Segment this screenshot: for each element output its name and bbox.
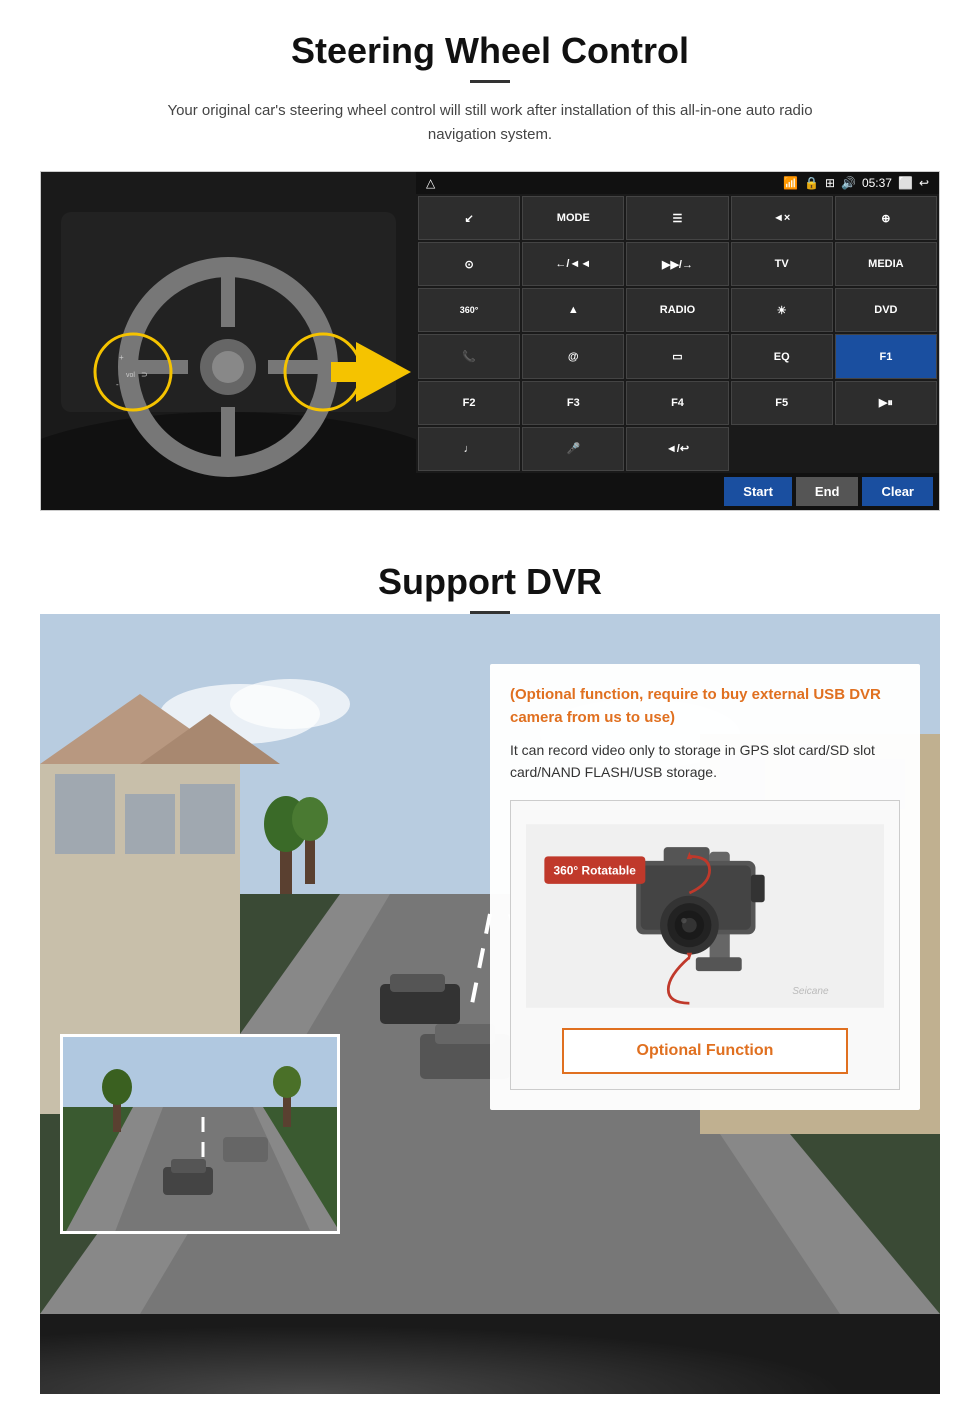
hu-btn-media[interactable]: MEDIA (835, 242, 937, 286)
time-display: 05:37 (862, 176, 892, 190)
hu-btn-f1[interactable]: F1 (835, 334, 937, 378)
hu-btn-menu[interactable]: ☰ (626, 196, 728, 240)
dvr-optional-text: (Optional function, require to buy exter… (510, 684, 900, 729)
hu-btn-360[interactable]: 360° (418, 288, 520, 332)
end-button[interactable]: End (796, 477, 859, 506)
hu-btn-back[interactable]: ◄/↩ (626, 427, 728, 471)
head-unit-ui: △ 📶 🔒 ⊞ 🔊 05:37 ⬜ ↩ ↙ MODE ☰ ◄× ⊕ (416, 172, 939, 510)
hu-btn-f5[interactable]: F5 (731, 381, 833, 425)
svg-text:-: - (116, 380, 119, 389)
dvr-info-box: (Optional function, require to buy exter… (490, 664, 920, 1110)
back-icon: ↩ (919, 176, 929, 190)
hu-btn-eject[interactable]: ▲ (522, 288, 624, 332)
hu-btn-tv[interactable]: TV (731, 242, 833, 286)
hu-btn-mirror[interactable]: ▭ (626, 334, 728, 378)
hu-btn-dvd[interactable]: DVD (835, 288, 937, 332)
hu-btn-eq[interactable]: EQ (731, 334, 833, 378)
steering-wheel-bg: + vol - ⊃ (41, 172, 416, 510)
hu-btn-internet[interactable]: @ (522, 334, 624, 378)
svg-text:Seicane: Seicane (792, 986, 829, 997)
clear-button[interactable]: Clear (862, 477, 933, 506)
hu-btn-prev[interactable]: ←/◄◄ (522, 242, 624, 286)
hu-btn-f3[interactable]: F3 (522, 381, 624, 425)
svg-text:360° Rotatable: 360° Rotatable (554, 863, 637, 877)
steering-composite: + vol - ⊃ △ 📶 🔒 ⊞ (40, 171, 940, 511)
dvr-title: Support DVR (40, 561, 940, 603)
home-icon: △ (426, 176, 435, 190)
status-left: △ (426, 176, 435, 190)
wifi-icon: 📶 (783, 176, 798, 190)
hu-bottom-bar: Start End Clear (416, 473, 939, 510)
dash-gradient (40, 1314, 940, 1394)
status-right: 📶 🔒 ⊞ 🔊 05:37 ⬜ ↩ (783, 176, 929, 190)
svg-text:vol: vol (126, 372, 135, 379)
steering-description: Your original car's steering wheel contr… (140, 99, 840, 147)
svg-text:+: + (119, 353, 124, 362)
hu-btn-f4[interactable]: F4 (626, 381, 728, 425)
grid-icon: ⊞ (825, 176, 835, 190)
dvr-camera-visual: 360° Rotatable Seicane (526, 816, 884, 1016)
title-divider (470, 80, 510, 83)
dvr-inset-photo (60, 1034, 340, 1234)
hu-btn-f2[interactable]: F2 (418, 381, 520, 425)
hu-button-grid: ↙ MODE ☰ ◄× ⊕ ⊙ ←/◄◄ ▶▶/→ TV MEDIA 360° … (416, 194, 939, 473)
hu-btn-phone[interactable]: 📞 (418, 334, 520, 378)
start-button[interactable]: Start (724, 477, 792, 506)
lock-icon: 🔒 (804, 176, 819, 190)
hu-btn-settings[interactable]: ⊙ (418, 242, 520, 286)
steering-photo: + vol - ⊃ (41, 172, 416, 510)
dashboard-strip (40, 1314, 940, 1394)
dvr-description: It can record video only to storage in G… (510, 739, 900, 784)
svg-text:⊃: ⊃ (141, 370, 148, 379)
hu-btn-mode[interactable]: MODE (522, 196, 624, 240)
hu-btn-next[interactable]: ▶▶/→ (626, 242, 728, 286)
hu-btn-music[interactable]: ♩ (418, 427, 520, 471)
hu-btn-radio[interactable]: RADIO (626, 288, 728, 332)
steering-wheel-section: Steering Wheel Control Your original car… (0, 0, 980, 531)
hu-btn-mute[interactable]: ◄× (731, 196, 833, 240)
hu-btn-mic[interactable]: 🎤 (522, 427, 624, 471)
status-bar: △ 📶 🔒 ⊞ 🔊 05:37 ⬜ ↩ (416, 172, 939, 194)
hu-btn-apps[interactable]: ⊕ (835, 196, 937, 240)
hu-btn-brightness[interactable]: ☀ (731, 288, 833, 332)
hu-btn-navigate[interactable]: ↙ (418, 196, 520, 240)
dvr-camera-box: 360° Rotatable Seicane Optional Function (510, 800, 900, 1090)
window-icon: ⬜ (898, 176, 913, 190)
dvr-content: (Optional function, require to buy exter… (40, 614, 940, 1314)
optional-function-button[interactable]: Optional Function (562, 1028, 848, 1074)
steering-title: Steering Wheel Control (40, 30, 940, 72)
hu-btn-playpause[interactable]: ▶⏸ (835, 381, 937, 425)
sound-icon: 🔊 (841, 176, 856, 190)
dvr-section: Support DVR (0, 531, 980, 1414)
